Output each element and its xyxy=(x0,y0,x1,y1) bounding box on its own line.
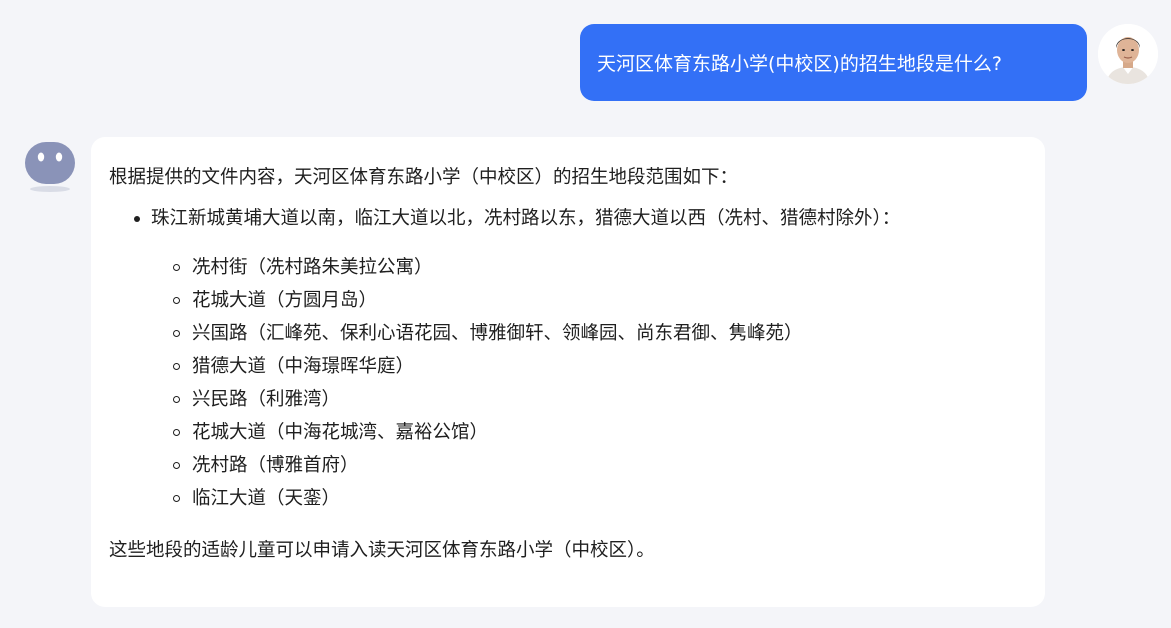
sub-zone-text: 临江大道（天銮） xyxy=(192,488,341,509)
user-message-text: 天河区体育东路小学(中校区)的招生地段是什么? xyxy=(597,53,1002,75)
list-item: 冼村路（博雅首府） xyxy=(173,449,1045,482)
bullet-circle-icon xyxy=(173,330,180,337)
list-item: 临江大道（天銮） xyxy=(173,482,1045,515)
list-item: 花城大道（中海花城湾、嘉裕公馆） xyxy=(173,416,1045,449)
sub-zone-list: 冼村街（冼村路朱美拉公寓） 花城大道（方圆月岛） 兴国路（汇峰苑、保利心语花园、… xyxy=(151,251,1045,515)
bot-outro-text: 这些地段的适龄儿童可以申请入读天河区体育东路小学（中校区）。 xyxy=(109,540,655,561)
bullet-circle-icon xyxy=(173,429,180,436)
main-zone-text: 珠江新城黄埔大道以南，临江大道以北，冼村路以东，猎德大道以西（冼村、猎德村除外）… xyxy=(151,208,901,229)
sub-zone-text: 冼村路（博雅首府） xyxy=(192,455,359,476)
user-avatar xyxy=(1098,24,1158,84)
bullet-circle-icon xyxy=(173,363,180,370)
bullet-circle-icon xyxy=(173,396,180,403)
sub-zone-text: 花城大道（方圆月岛） xyxy=(192,290,378,311)
sub-zone-text: 花城大道（中海花城湾、嘉裕公馆） xyxy=(192,422,489,443)
bot-avatar xyxy=(24,140,76,194)
user-avatar-photo xyxy=(1098,24,1158,84)
sub-zone-text: 猎德大道（中海璟晖华庭） xyxy=(192,356,415,377)
list-item: 兴民路（利雅湾） xyxy=(173,383,1045,416)
zone-list: 珠江新城黄埔大道以南，临江大道以北，冼村路以东，猎德大道以西（冼村、猎德村除外）… xyxy=(109,202,1045,515)
bullet-circle-icon xyxy=(173,264,180,271)
list-item: 冼村街（冼村路朱美拉公寓） xyxy=(173,251,1045,284)
list-item: 花城大道（方圆月岛） xyxy=(173,284,1045,317)
bot-message-bubble: 根据提供的文件内容，天河区体育东路小学（中校区）的招生地段范围如下： 珠江新城黄… xyxy=(91,137,1045,607)
bullet-disc-icon xyxy=(134,216,140,222)
list-item: 珠江新城黄埔大道以南，临江大道以北，冼村路以东，猎德大道以西（冼村、猎德村除外）… xyxy=(133,202,1045,515)
sub-zone-text: 兴民路（利雅湾） xyxy=(192,389,341,410)
robot-icon xyxy=(25,142,75,192)
bot-intro-text: 根据提供的文件内容，天河区体育东路小学（中校区）的招生地段范围如下： xyxy=(109,167,739,188)
list-item: 兴国路（汇峰苑、保利心语花园、博雅御轩、领峰园、尚东君御、隽峰苑） xyxy=(173,317,1045,350)
chat-page: 天河区体育东路小学(中校区)的招生地段是什么? 根据提供的文件内容，天河区体育东… xyxy=(0,0,1171,628)
bullet-circle-icon xyxy=(173,495,180,502)
list-item: 猎德大道（中海璟晖华庭） xyxy=(173,350,1045,383)
sub-zone-text: 冼村街（冼村路朱美拉公寓） xyxy=(192,257,433,278)
bullet-circle-icon xyxy=(173,297,180,304)
sub-zone-text: 兴国路（汇峰苑、保利心语花园、博雅御轩、领峰园、尚东君御、隽峰苑） xyxy=(192,323,803,344)
user-message-bubble: 天河区体育东路小学(中校区)的招生地段是什么? xyxy=(580,24,1087,101)
bullet-circle-icon xyxy=(173,462,180,469)
